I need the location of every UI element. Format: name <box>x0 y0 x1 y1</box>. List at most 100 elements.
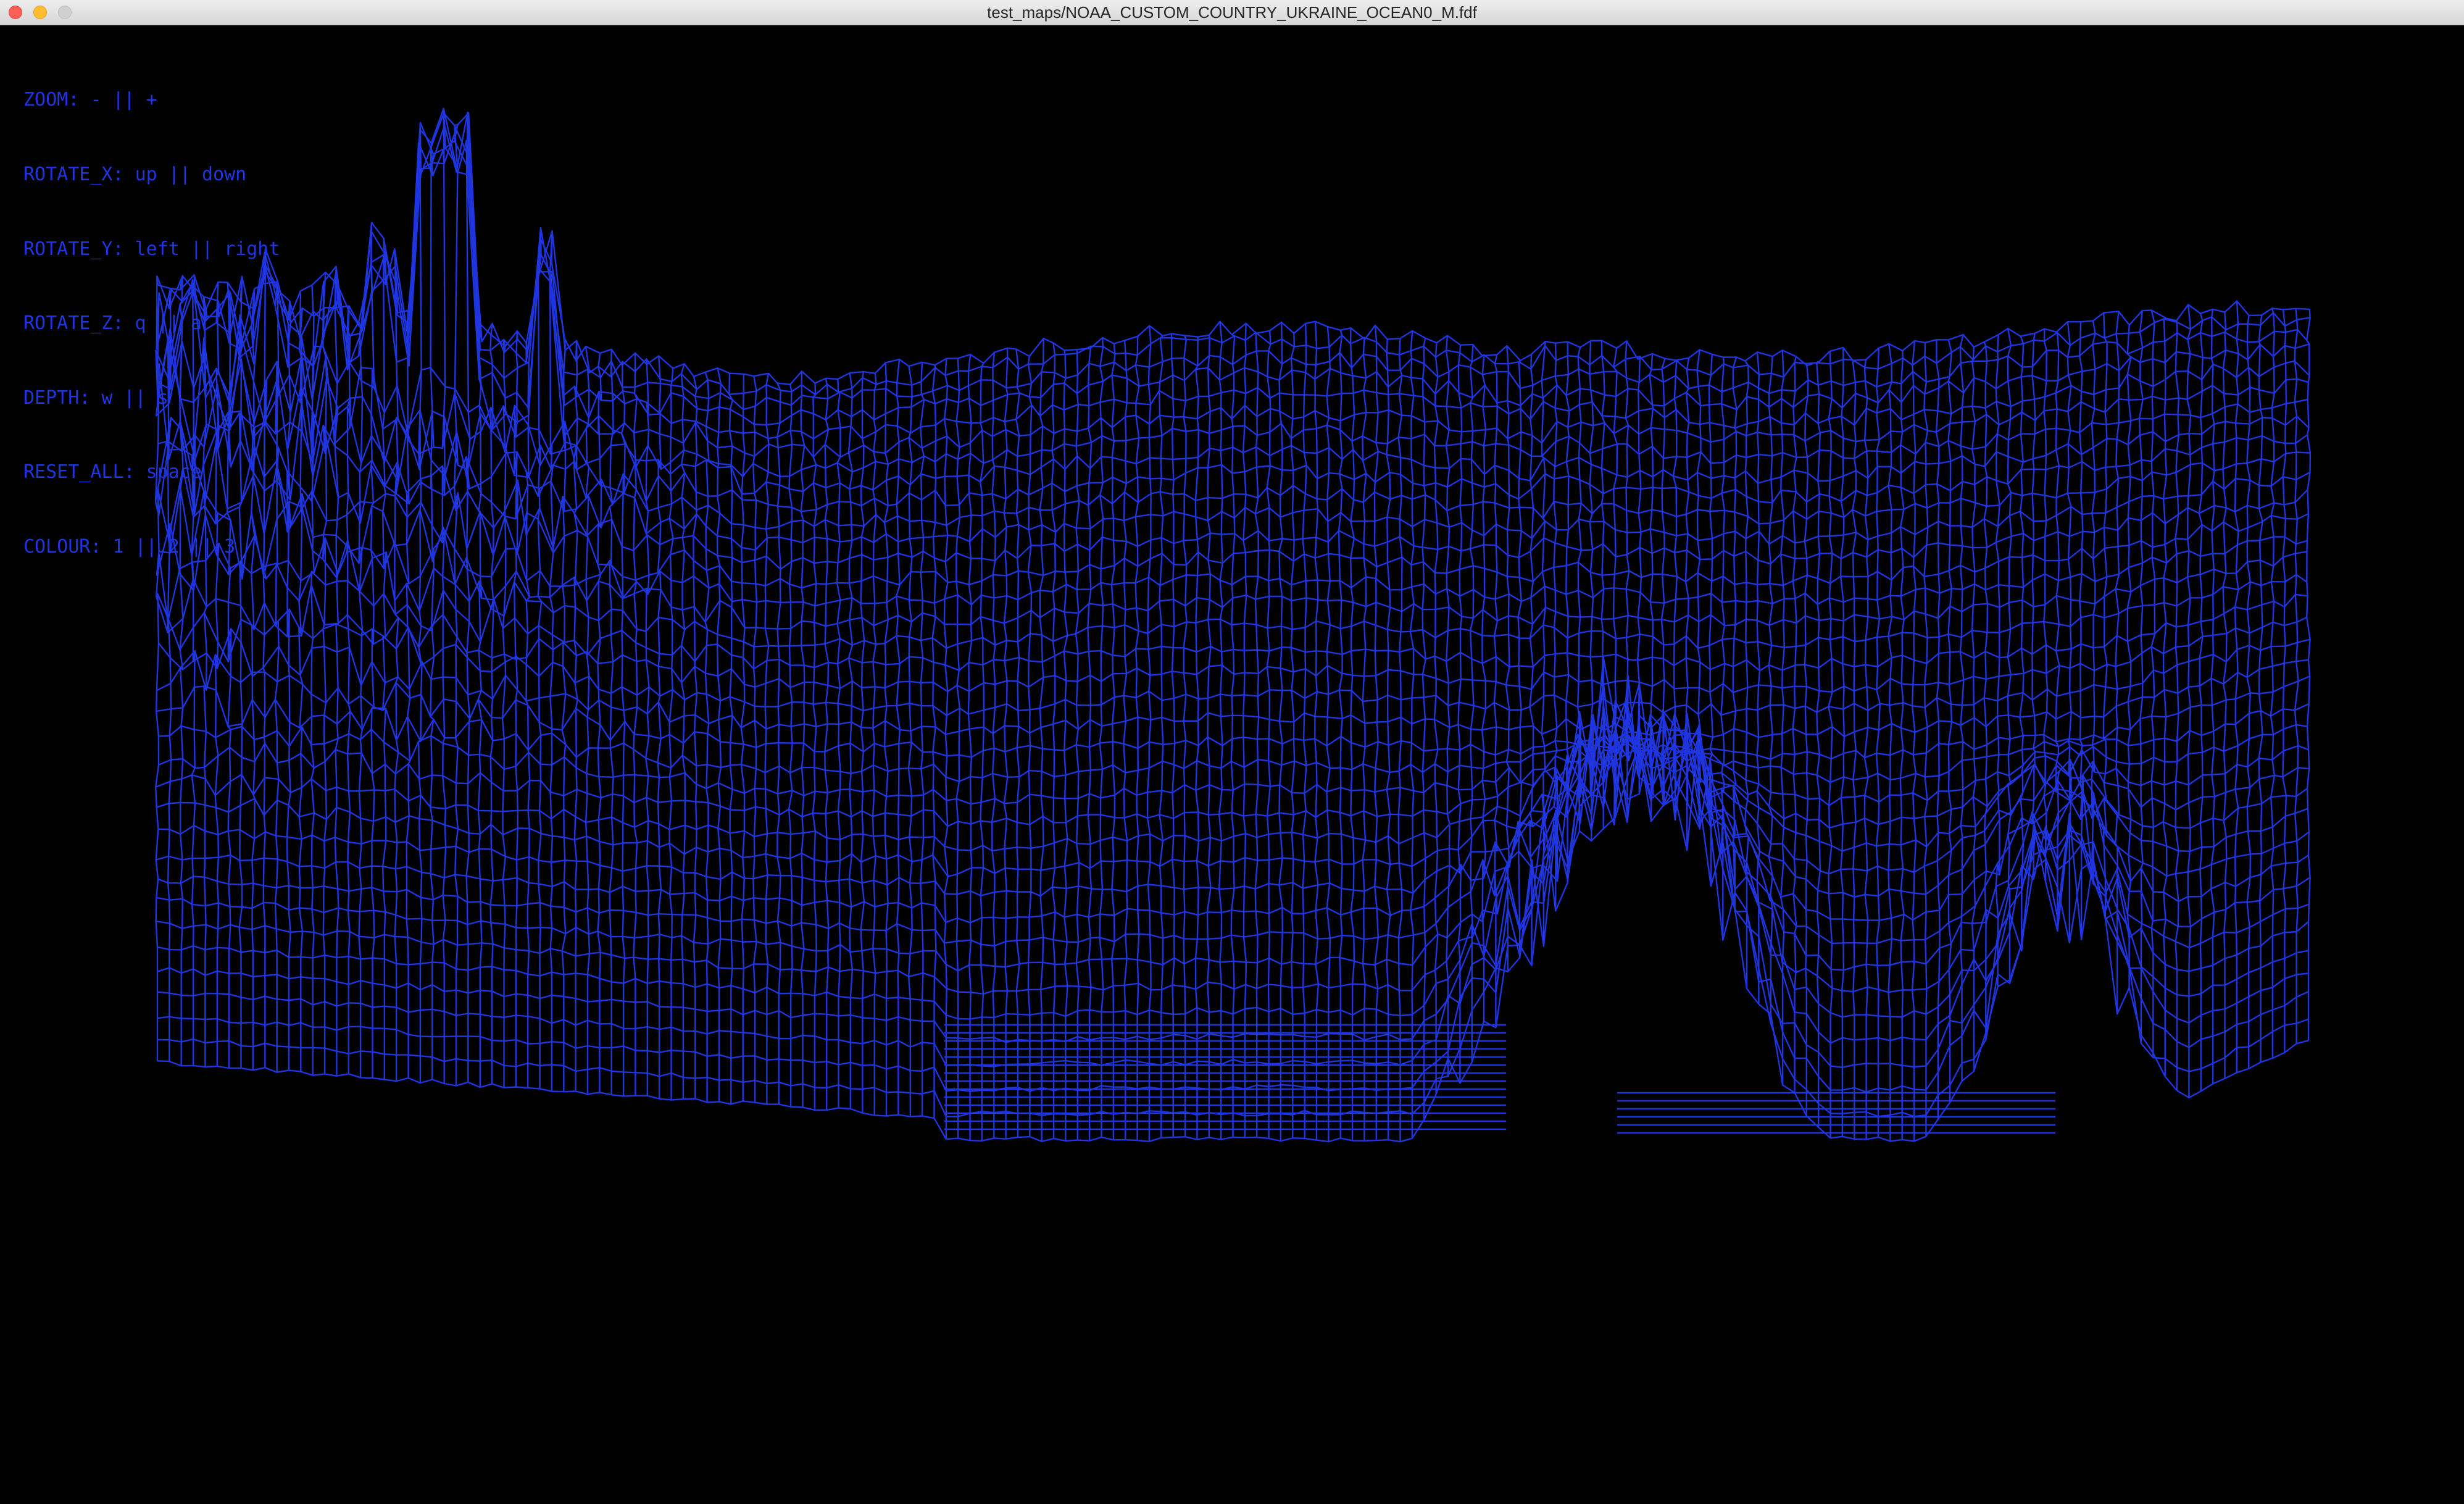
wireframe-column-line <box>1051 343 1057 1139</box>
wireframe-column-line <box>620 361 626 1097</box>
wireframe-column-line <box>1600 340 1606 830</box>
wireframe-column-line <box>2091 320 2096 885</box>
wireframe-column-line <box>1481 354 1487 1022</box>
wireframe-column-line <box>2234 301 2239 1073</box>
wireframe-column-line <box>1589 340 1594 842</box>
wireframe-column-line <box>1254 332 1260 1138</box>
wireframe-column-line <box>286 300 291 1071</box>
wireframe-column-line <box>1003 348 1009 1139</box>
wireframe-column-line <box>1995 335 2000 987</box>
wireframe-column-line <box>1756 352 1761 1005</box>
wireframe-column-line <box>1362 336 1367 1141</box>
wireframe-column-line <box>2114 311 2120 1014</box>
wireframe-column-line <box>967 354 973 1141</box>
wireframe-column-line <box>1159 335 1164 1138</box>
wireframe-column-line <box>1278 322 1284 1141</box>
wireframe-column-line <box>1899 350 1905 1140</box>
wireframe-column-line <box>1409 330 1415 1138</box>
wireframe-column-line <box>1660 358 1666 806</box>
wireframe-column-line <box>2019 336 2025 952</box>
wireframe-column-line <box>1146 325 1152 1142</box>
wireframe-column-line <box>537 227 543 1089</box>
control-depth: DEPTH: w || s <box>23 386 169 409</box>
controls-help: ZOOM: - || + ROTATE_X: up || down ROTATE… <box>23 38 280 609</box>
wireframe-column-line <box>1433 343 1439 1095</box>
wireframe-column-line <box>1493 354 1499 1028</box>
wireframe-column-line <box>2198 313 2204 1092</box>
wireframe-column-line <box>1708 354 1714 887</box>
wireframe-column-line <box>1039 338 1044 1142</box>
wireframe-column-line <box>1338 330 1343 1138</box>
wireframe-column-line <box>514 330 518 1087</box>
wireframe-column-line <box>1218 321 1223 1140</box>
wireframe-column-line <box>2150 310 2156 1059</box>
control-rotate-y: ROTATE_Y: left || right <box>23 238 280 260</box>
wireframe-column-line <box>585 346 591 1095</box>
wireframe-column-line <box>2186 304 2192 1098</box>
wireframe-column-line <box>2067 321 2073 944</box>
wireframe-column-line <box>1469 345 1475 1063</box>
wireframe-column-line <box>334 265 339 1076</box>
wireframe-column-line <box>1134 336 1140 1140</box>
wireframe-column-line <box>1576 347 1582 832</box>
wireframe-column-line <box>1839 347 1846 1137</box>
wireframe-column-line <box>2042 328 2049 883</box>
wireframe-column-line <box>1541 341 1547 947</box>
control-reset-all: RESET_ALL: space <box>23 461 202 483</box>
window-title: test_maps/NOAA_CUSTOM_COUNTRY_UKRAINE_OC… <box>987 3 1477 22</box>
wireframe-column-line <box>1087 345 1093 1141</box>
wireframe-column-line <box>298 291 304 1072</box>
wireframe-column-line <box>1911 340 1917 1142</box>
wireframe-column-line <box>943 358 949 1139</box>
wireframe-column-line <box>800 371 805 1108</box>
render-canvas[interactable] <box>0 25 2464 1504</box>
wireframe-column-line <box>1625 341 1630 824</box>
wireframe-column-line <box>704 372 710 1103</box>
wireframe-column-line <box>1386 339 1391 1140</box>
wireframe-column-line <box>752 376 758 1103</box>
wireframe-column-line <box>381 238 387 1080</box>
wireframe-column-line <box>477 322 483 1088</box>
wireframe-column-line <box>836 378 841 1108</box>
wireframe-column-line <box>1935 340 1941 1119</box>
wireframe-column-line <box>489 323 495 1084</box>
wireframe-column-line <box>2294 308 2299 1044</box>
title-bar[interactable]: test_maps/NOAA_CUSTOM_COUNTRY_UKRAINE_OC… <box>0 0 2464 25</box>
wireframe-column-line <box>370 222 375 1078</box>
control-zoom: ZOOM: - || + <box>23 89 157 111</box>
wireframe-column-line <box>2138 310 2144 1045</box>
wireframe-column-line <box>1170 333 1176 1137</box>
wireframe-column-line <box>597 353 602 1093</box>
wireframe-column-line <box>2246 315 2252 1069</box>
wireframe-column-line <box>1183 335 1188 1137</box>
wireframe-column-line <box>1063 350 1068 1141</box>
wireframe-column-line <box>1852 359 1857 1139</box>
wireframe-column-line <box>1565 341 1570 884</box>
wireframe-column-line <box>1015 349 1020 1137</box>
wireframe-column-line <box>1397 338 1403 1142</box>
wireframe-column-line <box>441 107 447 1084</box>
wireframe-mesh <box>154 107 2312 1143</box>
wireframe-column-line <box>2055 331 2060 932</box>
wireframe-column-line <box>693 376 698 1099</box>
wireframe-column-line <box>1302 323 1307 1138</box>
wireframe-column-line <box>1290 333 1296 1138</box>
wireframe-column-line <box>812 383 818 1110</box>
wireframe-column-line <box>1828 351 1833 1138</box>
control-rotate-x: ROTATE_X: up || down <box>23 164 247 185</box>
control-colour: COLOUR: 1 || 2 || 3 <box>23 535 236 558</box>
fdf-window: test_maps/NOAA_CUSTOM_COUNTRY_UKRAINE_OC… <box>0 0 2464 1504</box>
wireframe-column-line <box>2258 315 2263 1063</box>
wireframe-column-line <box>907 366 913 1117</box>
wireframe-map <box>154 107 2312 1143</box>
wireframe-column-line <box>644 358 650 1096</box>
wireframe-column-line <box>1804 362 1809 1116</box>
wireframe-column-line <box>1612 348 1618 825</box>
wireframe-column-line <box>346 305 351 1074</box>
wireframe-column-line <box>2222 312 2228 1079</box>
wireframe-column-line <box>525 342 531 1088</box>
wireframe-column-line <box>668 368 674 1100</box>
control-rotate-z: ROTATE_Z: q || a <box>23 312 202 335</box>
wireframe-column-line <box>609 349 614 1095</box>
wireframe-column-line <box>394 248 399 1082</box>
